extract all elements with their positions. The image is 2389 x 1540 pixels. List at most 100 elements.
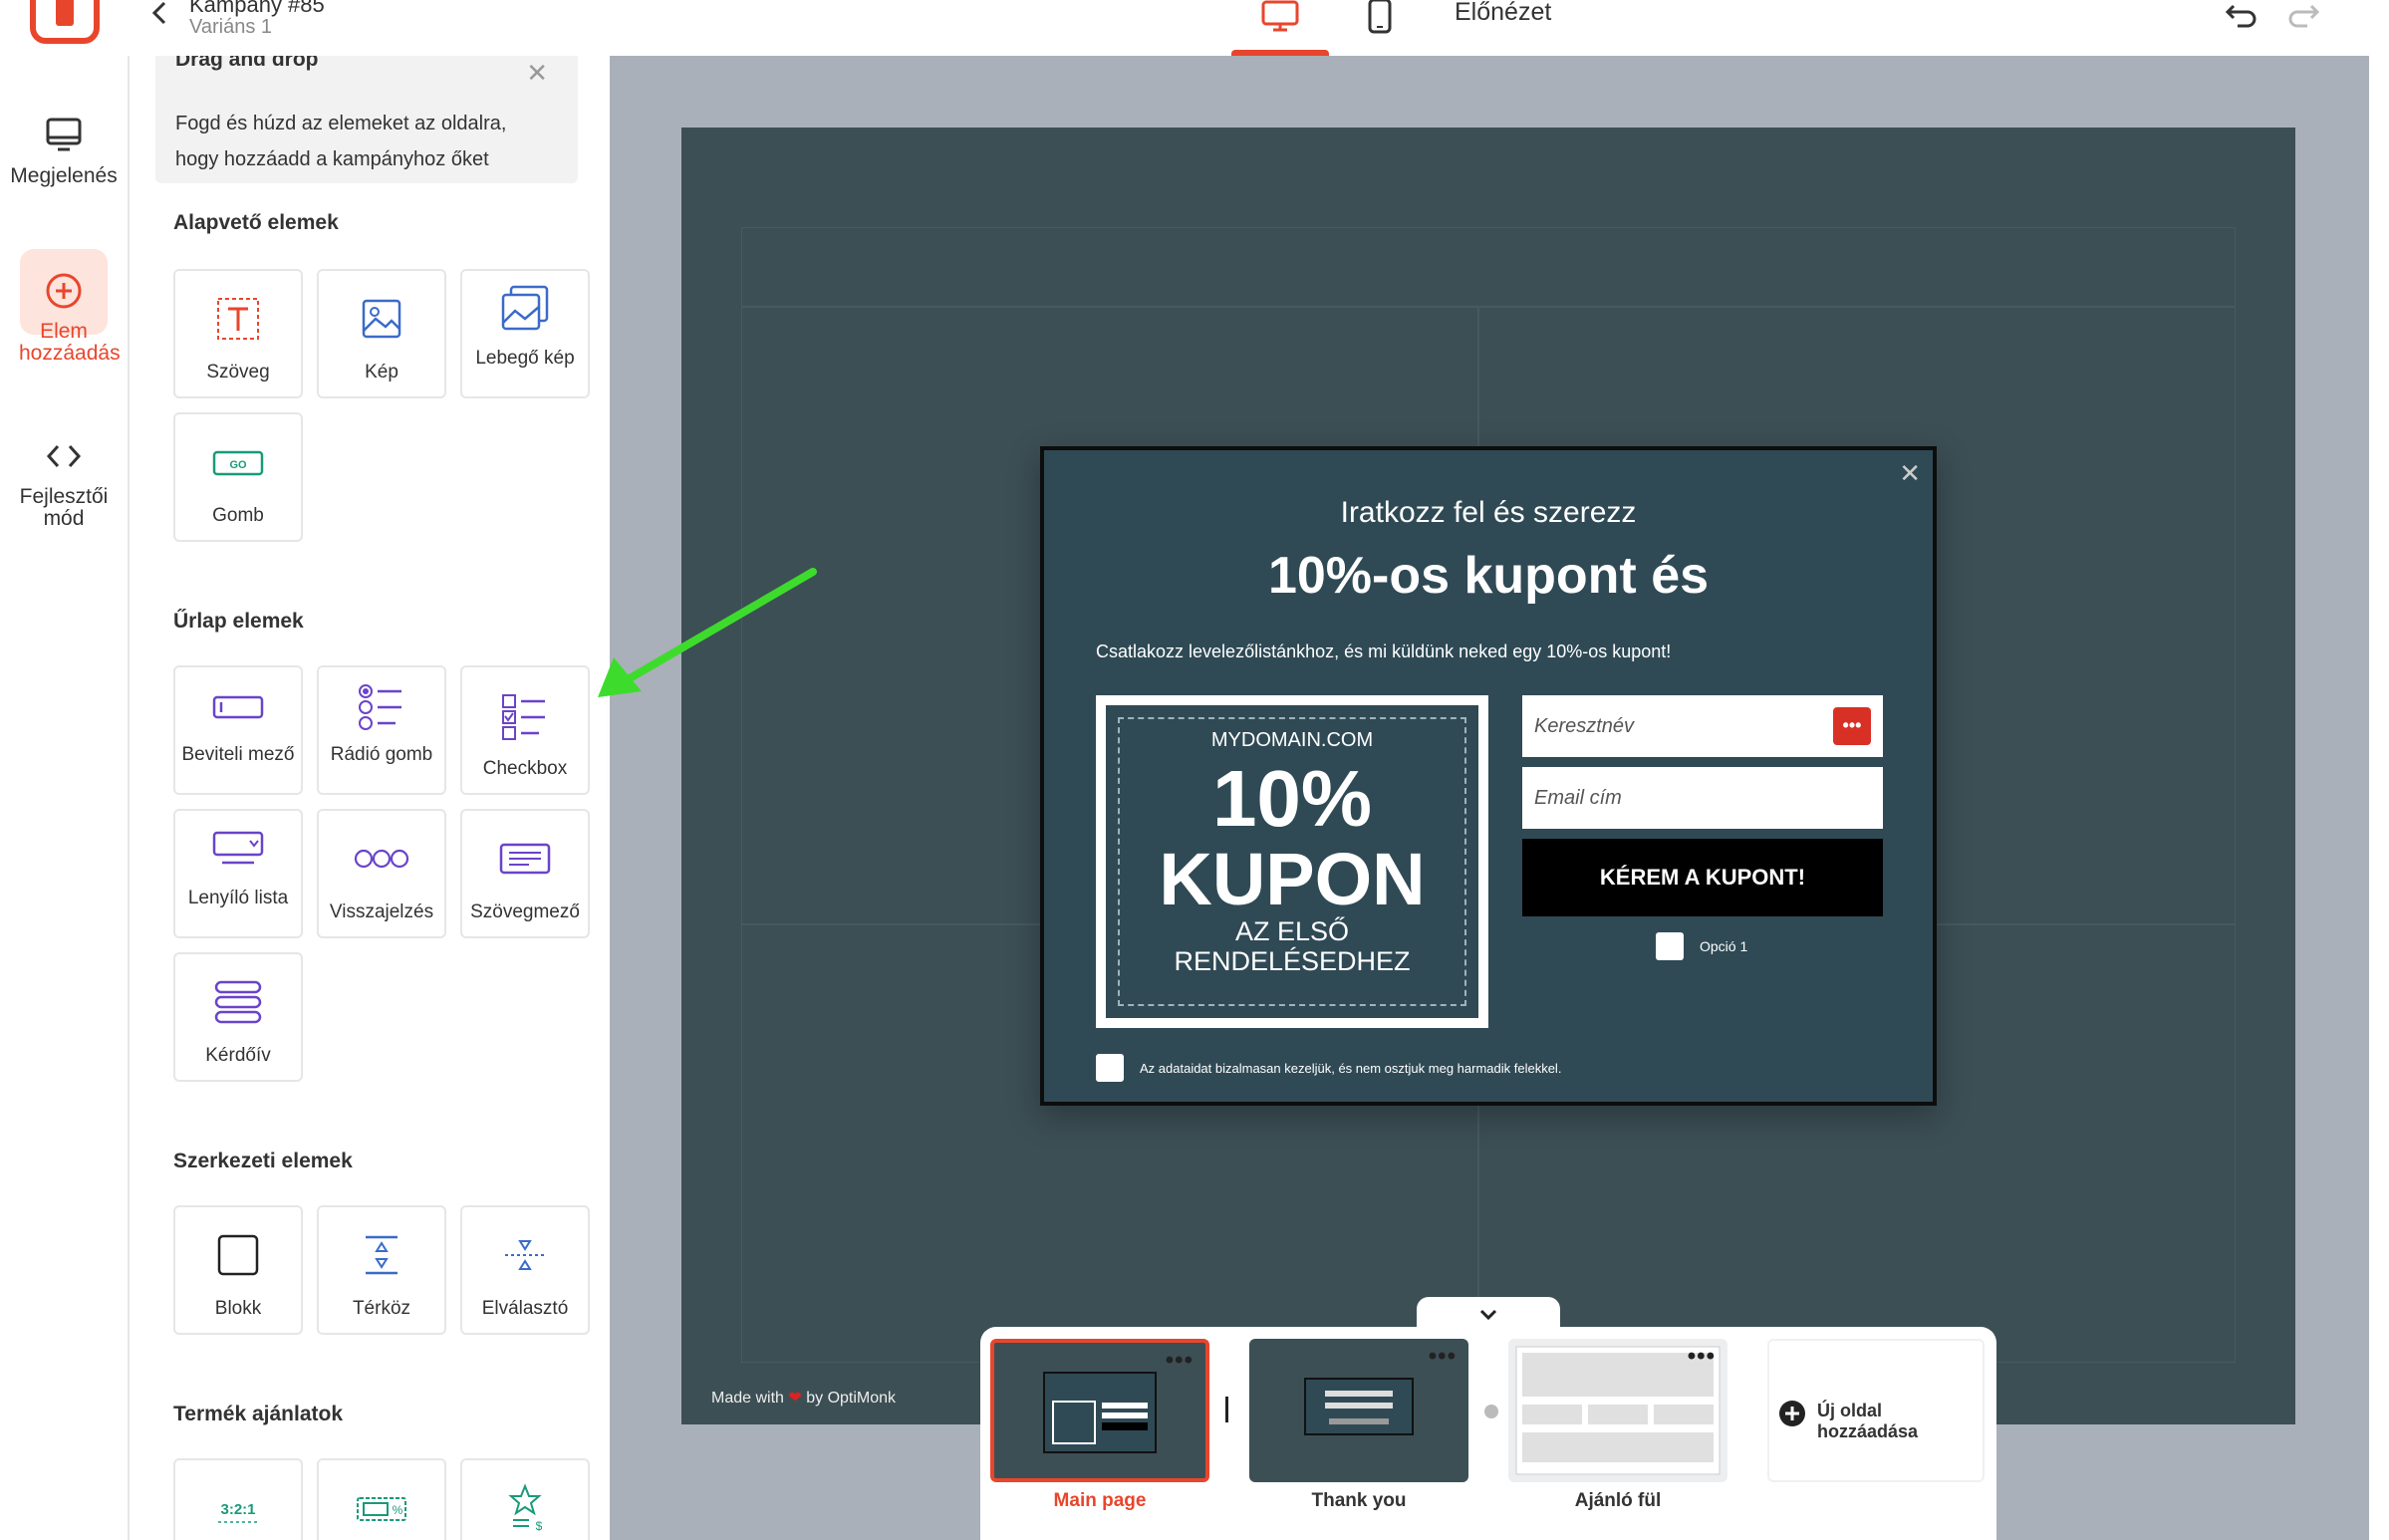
coupon-domain: MYDOMAIN.COM [1210, 729, 1374, 751]
tile-label: Rádió gomb [330, 744, 433, 765]
editor-root: Kampány #85 Variáns 1 Előnézet Megjelené… [0, 0, 2389, 1540]
checkbox-box[interactable] [1096, 1054, 1124, 1082]
element-button[interactable]: GO Gomb [173, 412, 303, 542]
get-coupon-button[interactable]: KÉREM A KUPONT! [1522, 839, 1883, 916]
tile-label: Gomb [212, 505, 264, 526]
checkbox-icon [502, 694, 545, 740]
undo-icon[interactable] [2224, 0, 2259, 30]
svg-text:%: % [393, 1503, 403, 1517]
rail-item-add-element[interactable]: Elem hozzáadás [0, 271, 128, 365]
more-options-icon[interactable]: ••• [1429, 1343, 1457, 1371]
page-label[interactable]: Main page [990, 1490, 1209, 1512]
element-image[interactable]: Kép [317, 269, 446, 398]
star-price-icon: $ [508, 1483, 543, 1533]
plus-circle-icon [46, 273, 82, 309]
section-title-structure: Szerkezeti elemek [173, 1150, 353, 1172]
drag-drop-hint: Drag and drop ✕ Fogd és húzd az elemeket… [155, 56, 578, 183]
app-logo[interactable] [30, 0, 100, 44]
rail-item-appearance[interactable]: Megjelenés [0, 116, 128, 187]
password-manager-icon[interactable]: ••• [1833, 707, 1871, 745]
section-title-form: Űrlap elemek [173, 610, 304, 633]
element-block[interactable]: Blokk [173, 1205, 303, 1335]
popup-subtitle[interactable]: Iratkozz fel és szerezz [1044, 496, 1933, 530]
tile-label: Checkbox [482, 758, 568, 779]
desktop-view-button[interactable] [1231, 0, 1329, 56]
page-separator [1225, 1397, 1228, 1422]
more-options-icon[interactable]: ••• [1688, 1343, 1716, 1371]
coupon-box[interactable]: MYDOMAIN.COM 10% KUPON AZ ELSŐ RENDELÉSE… [1096, 695, 1488, 1028]
rail-item-label: Elem hozzáadás [19, 320, 121, 365]
element-survey[interactable]: Kérdőív [173, 952, 303, 1082]
element-input-field[interactable]: Beviteli mező [173, 665, 303, 795]
element-divider[interactable]: Elválasztó [460, 1205, 590, 1335]
block-icon [217, 1234, 259, 1276]
checkbox-box[interactable] [1656, 932, 1684, 960]
code-icon [46, 444, 82, 468]
popup-description[interactable]: Csatlakozz levelezőlistánkhoz, és mi kül… [1096, 642, 1671, 662]
tile-label: Térköz [352, 1298, 411, 1319]
heart-icon: ❤ [788, 1390, 802, 1407]
coupon-percent: 10% [1211, 754, 1373, 843]
email-field[interactable]: Email cím [1522, 767, 1883, 829]
privacy-checkbox[interactable]: Az adataidat bizalmasan kezeljük, és nem… [1096, 1054, 1561, 1082]
tile-label: Szöveg [206, 362, 270, 383]
canvas-scrollbar[interactable] [2371, 56, 2389, 1540]
feedback-icon [354, 849, 409, 869]
section-title-basic: Alapvető elemek [173, 211, 339, 234]
coupon-icon: % [357, 1497, 406, 1521]
hint-text: Fogd és húzd az elemeket az oldalra, hog… [175, 113, 507, 170]
field-placeholder: Keresztnév [1534, 715, 1635, 737]
popup-title[interactable]: 10%-os kupont és [1044, 546, 1933, 606]
element-checkbox[interactable]: Checkbox [460, 665, 590, 795]
coupon-caption-line2: RENDELÉSEDHEZ [1174, 946, 1411, 976]
made-with-badge[interactable]: Made with ❤ by OptiMonk [711, 1388, 896, 1408]
more-options-icon[interactable]: ••• [1166, 1347, 1194, 1375]
element-dropdown[interactable]: Lenyíló lista [173, 809, 303, 938]
element-text[interactable]: Szöveg [173, 269, 303, 398]
element-textarea[interactable]: Szövegmező [460, 809, 590, 938]
preview-button[interactable]: Előnézet [1455, 0, 1551, 27]
option-label: Opció 1 [1700, 938, 1748, 954]
privacy-text: Az adataidat bizalmasan kezeljük, és nem… [1140, 1060, 1562, 1076]
page-thumb-thank-you[interactable]: ••• [1249, 1339, 1468, 1482]
add-page-label: Új oldal hozzáadása [1817, 1401, 1919, 1441]
first-name-field[interactable]: Keresztnév ••• [1522, 695, 1883, 757]
element-feedback[interactable]: Visszajelzés [317, 809, 446, 938]
element-radio-button[interactable]: Rádió gomb [317, 665, 446, 795]
element-spacer[interactable]: Térköz [317, 1205, 446, 1335]
mobile-view-button[interactable] [1355, 0, 1405, 40]
made-with-brand: by OptiMonk [806, 1390, 897, 1407]
section-title-products: Termék ajánlatok [173, 1403, 344, 1425]
page-label[interactable]: Ajánló fül [1508, 1490, 1727, 1512]
rail-item-developer-mode[interactable]: Fejlesztői mód [0, 436, 128, 530]
element-product-ratio[interactable]: 3:2:1 [173, 1458, 303, 1540]
monitor-icon [46, 118, 82, 151]
rail-item-label: Megjelenés [10, 164, 118, 187]
tile-label: Beviteli mező [181, 744, 295, 765]
element-floating-image[interactable]: Lebegő kép [460, 269, 590, 398]
page-thumb-teaser[interactable]: ••• [1508, 1339, 1727, 1482]
close-icon[interactable]: ✕ [1899, 458, 1921, 489]
element-product-coupon[interactable]: % [317, 1458, 446, 1540]
popup[interactable]: ✕ Iratkozz fel és szerezz 10%-os kupont … [1040, 446, 1937, 1106]
close-icon[interactable]: ✕ [526, 58, 548, 89]
tile-label: Elválasztó [481, 1298, 569, 1319]
tile-label: Lenyíló lista [187, 888, 289, 908]
variant-name: Variáns 1 [189, 16, 273, 38]
element-product-recommendation[interactable]: $ [460, 1458, 590, 1540]
text-element-icon [217, 298, 259, 340]
left-rail: Megjelenés Elem hozzáadás Fejlesztői mód [0, 56, 130, 1540]
page-label[interactable]: Thank you [1249, 1490, 1468, 1512]
add-page-button[interactable]: Új oldal hozzáadása [1767, 1339, 1985, 1482]
field-placeholder: Email cím [1534, 787, 1622, 809]
coupon-caption-line1: AZ ELSŐ [1234, 916, 1350, 946]
page-thumb-main[interactable]: ••• [990, 1339, 1209, 1482]
desktop-icon [1261, 0, 1299, 32]
option-checkbox[interactable]: Opció 1 [1656, 932, 1747, 960]
input-field-icon [212, 695, 264, 719]
redo-icon[interactable] [2285, 0, 2321, 30]
svg-text:3:2:1: 3:2:1 [220, 1501, 255, 1518]
page-separator-dot [1484, 1405, 1498, 1418]
spacer-icon [366, 1235, 398, 1275]
back-arrow-icon[interactable] [147, 0, 173, 26]
